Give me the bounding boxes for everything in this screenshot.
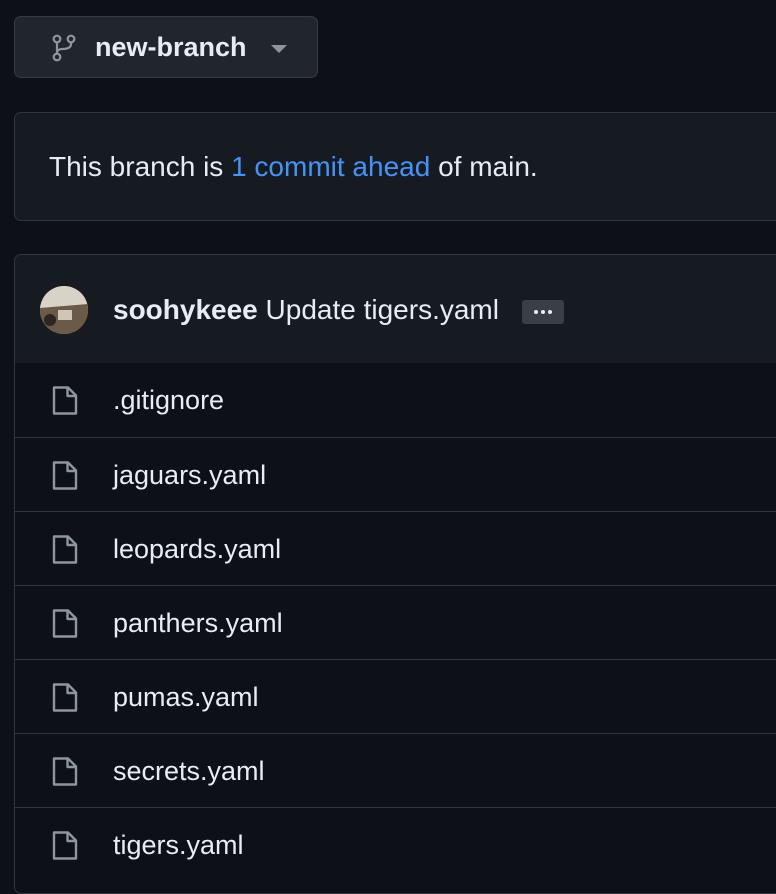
commit-message[interactable]: Update tigers.yaml bbox=[266, 294, 499, 325]
file-browser: soohykeee Update tigers.yaml .gitignore j… bbox=[14, 254, 776, 894]
branch-status-text: This branch is 1 commit ahead of main. bbox=[49, 113, 538, 220]
file-icon bbox=[52, 461, 78, 490]
file-row[interactable]: leopards.yaml bbox=[15, 511, 776, 585]
file-row[interactable]: pumas.yaml bbox=[15, 659, 776, 733]
file-row[interactable]: secrets.yaml bbox=[15, 733, 776, 807]
file-name[interactable]: panthers.yaml bbox=[113, 586, 283, 660]
branch-status-notice: This branch is 1 commit ahead of main. bbox=[14, 112, 776, 221]
ellipsis-dot bbox=[541, 310, 545, 314]
latest-commit-header: soohykeee Update tigers.yaml bbox=[15, 255, 776, 364]
commit-details-toggle-button[interactable] bbox=[522, 300, 564, 324]
notice-suffix: of main. bbox=[430, 151, 538, 182]
commit-author[interactable]: soohykeee bbox=[113, 294, 258, 325]
file-icon bbox=[52, 683, 78, 712]
file-name[interactable]: pumas.yaml bbox=[113, 660, 259, 734]
branch-selector-button[interactable]: new-branch bbox=[14, 16, 318, 78]
file-row[interactable]: .gitignore bbox=[15, 363, 776, 437]
branch-name: new-branch bbox=[95, 32, 247, 62]
file-row[interactable]: tigers.yaml bbox=[15, 807, 776, 881]
file-name[interactable]: secrets.yaml bbox=[113, 734, 265, 808]
file-name[interactable]: .gitignore bbox=[113, 363, 224, 437]
file-row[interactable]: jaguars.yaml bbox=[15, 437, 776, 511]
file-name[interactable]: tigers.yaml bbox=[113, 808, 244, 882]
ellipsis-dot bbox=[548, 310, 552, 314]
ellipsis-dot bbox=[534, 310, 538, 314]
file-icon bbox=[52, 535, 78, 564]
avatar-image bbox=[40, 286, 88, 334]
file-icon bbox=[52, 609, 78, 638]
file-row[interactable]: panthers.yaml bbox=[15, 585, 776, 659]
commits-ahead-link[interactable]: 1 commit ahead bbox=[231, 151, 430, 182]
chevron-down-icon bbox=[271, 45, 287, 53]
file-name[interactable]: jaguars.yaml bbox=[113, 438, 266, 512]
commit-summary: soohykeee Update tigers.yaml bbox=[113, 255, 499, 365]
avatar[interactable] bbox=[40, 286, 88, 334]
file-name[interactable]: leopards.yaml bbox=[113, 512, 281, 586]
git-branch-icon bbox=[52, 34, 76, 62]
notice-prefix: This branch is bbox=[49, 151, 232, 182]
file-icon bbox=[52, 386, 78, 415]
file-icon bbox=[52, 757, 78, 786]
file-icon bbox=[52, 831, 78, 860]
